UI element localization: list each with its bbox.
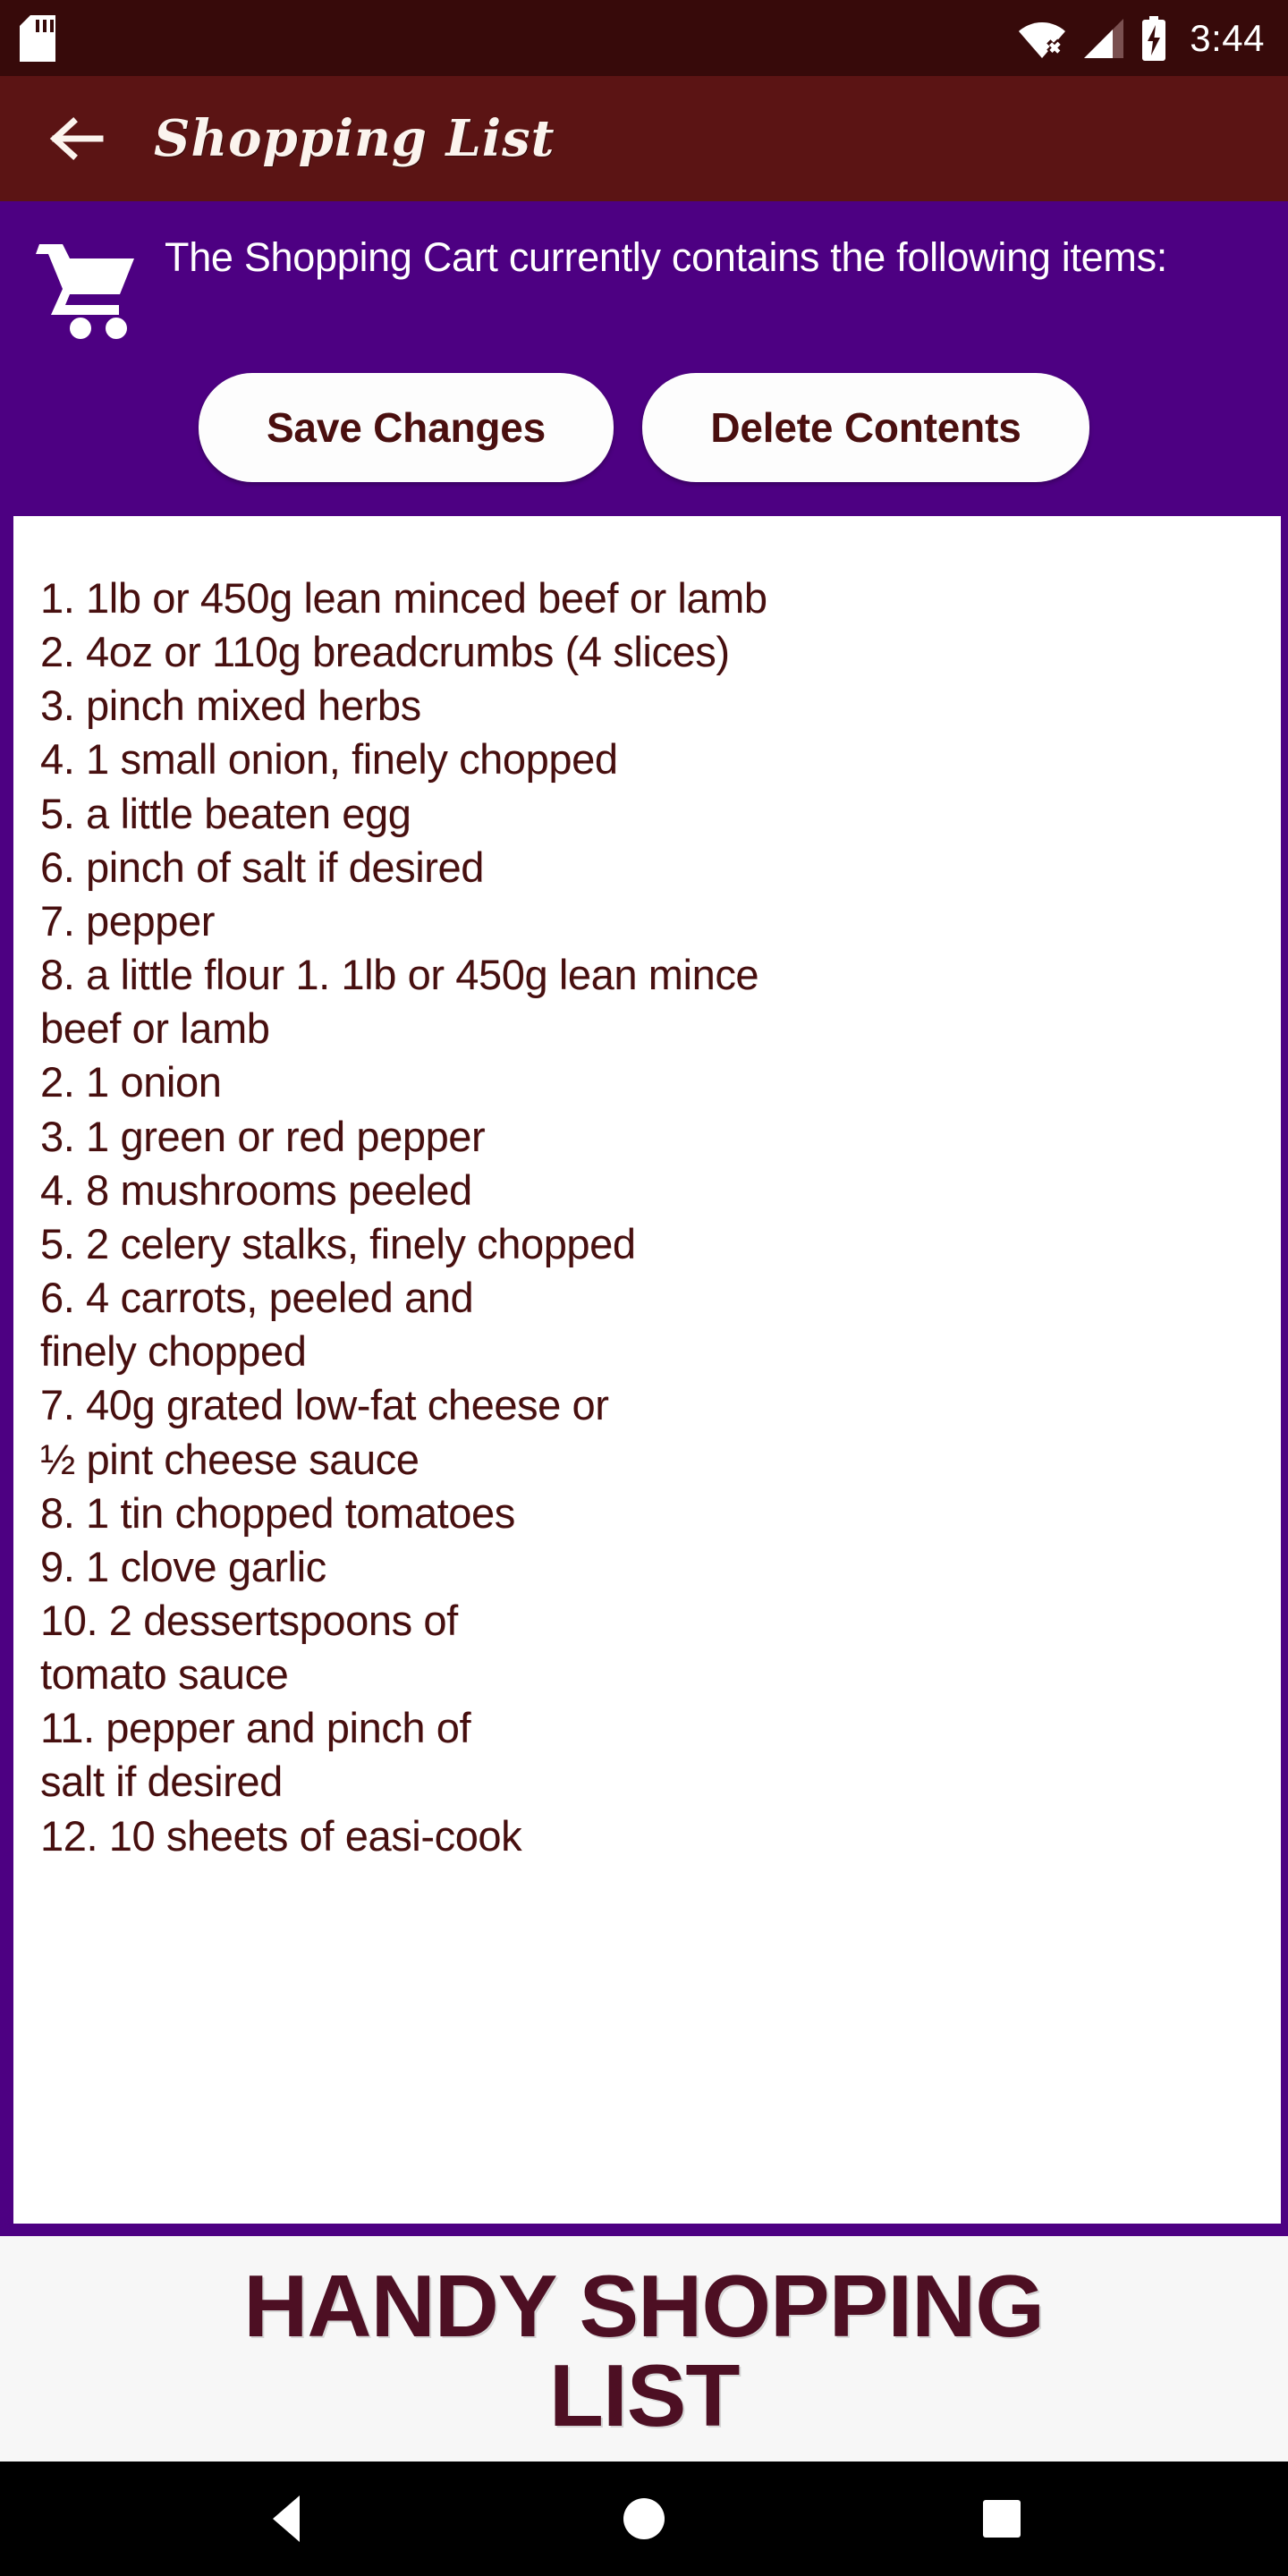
list-item-line: 4. 1 small onion, finely chopped <box>40 735 618 784</box>
list-item-line: 2. 4oz or 110g breadcrumbs (4 slices) <box>40 628 730 676</box>
cellular-signal-icon <box>1082 17 1125 60</box>
list-item-line: 2. 1 onion <box>40 1058 222 1106</box>
wifi-no-internet-icon <box>1017 17 1067 60</box>
delete-contents-button[interactable]: Delete Contents <box>642 373 1089 482</box>
system-navigation-bar <box>0 2462 1288 2576</box>
list-card-frame: 1. 1lb or 450g lean minced beef or lamb 2… <box>0 516 1288 2236</box>
shopping-list-card[interactable]: 1. 1lb or 450g lean minced beef or lamb 2… <box>13 516 1281 2224</box>
list-item-line: 3. pinch mixed herbs <box>40 682 421 730</box>
phone-screen: 3:44 Shopping List The Shopping Cart cur… <box>0 0 1288 2576</box>
list-item-line: 6. pinch of salt if desired <box>40 843 485 891</box>
banner-line-2: LIST <box>548 2346 741 2445</box>
list-item-line: 8. 1 tin chopped tomatoes <box>40 1488 515 1537</box>
shopping-cart-icon <box>34 230 140 341</box>
cart-message: The Shopping Cart currently contains the… <box>165 234 1167 280</box>
save-changes-button[interactable]: Save Changes <box>199 373 614 482</box>
list-item-line: salt if desired <box>40 1758 283 1806</box>
page-title: Shopping List <box>154 109 555 168</box>
list-item-line: 9. 1 clove garlic <box>40 1542 326 1590</box>
app-banner: HANDY SHOPPING LIST <box>0 2236 1288 2462</box>
list-item-line: 11. pepper and pinch of <box>40 1704 471 1752</box>
status-bar-right: 3:44 <box>1017 15 1265 61</box>
battery-charging-icon <box>1140 15 1167 61</box>
list-item-line: 8. a little flour 1. 1lb or 450g lean mi… <box>40 951 759 999</box>
home-circle-icon <box>623 2498 665 2539</box>
list-item-line: 5. a little beaten egg <box>40 789 411 837</box>
arrow-left-icon <box>48 116 104 161</box>
list-item-line: 12. 10 sheets of easi-cook <box>40 1811 522 1860</box>
list-item-line: tomato sauce <box>40 1650 289 1699</box>
cart-actions: Save Changes Delete Contents <box>0 373 1288 482</box>
list-item-line: 1. 1lb or 450g lean minced beef or lamb <box>40 574 767 622</box>
list-item-line: 3. 1 green or red pepper <box>40 1112 486 1160</box>
sd-card-icon <box>20 14 55 62</box>
cart-summary-panel: The Shopping Cart currently contains the… <box>0 201 1288 516</box>
nav-recents-button[interactable] <box>953 2470 1051 2568</box>
back-button[interactable] <box>47 109 106 168</box>
status-bar: 3:44 <box>0 0 1288 76</box>
list-item-line: 7. pepper <box>40 896 216 945</box>
list-item-line: 7. 40g grated low-fat cheese or <box>40 1381 609 1429</box>
list-item-line: 6. 4 carrots, peeled and <box>40 1274 474 1322</box>
list-item-line: 10. 2 dessertspoons of <box>40 1596 458 1644</box>
nav-back-button[interactable] <box>237 2470 335 2568</box>
status-bar-clock: 3:44 <box>1190 16 1265 59</box>
nav-home-button[interactable] <box>595 2470 693 2568</box>
list-item-line: beef or lamb <box>40 1004 270 1053</box>
list-item-line: 4. 8 mushrooms peeled <box>40 1165 472 1214</box>
list-item-line: finely chopped <box>40 1327 307 1376</box>
app-bar: Shopping List <box>0 76 1288 201</box>
list-item-line: ½ pint cheese sauce <box>40 1435 419 1483</box>
recents-square-icon <box>983 2500 1021 2538</box>
banner-line-1: HANDY SHOPPING <box>243 2257 1046 2356</box>
status-bar-left <box>20 14 55 62</box>
cart-message-row: The Shopping Cart currently contains the… <box>0 201 1288 341</box>
back-triangle-icon <box>273 2496 300 2542</box>
list-item-line: 5. 2 celery stalks, finely chopped <box>40 1219 636 1267</box>
